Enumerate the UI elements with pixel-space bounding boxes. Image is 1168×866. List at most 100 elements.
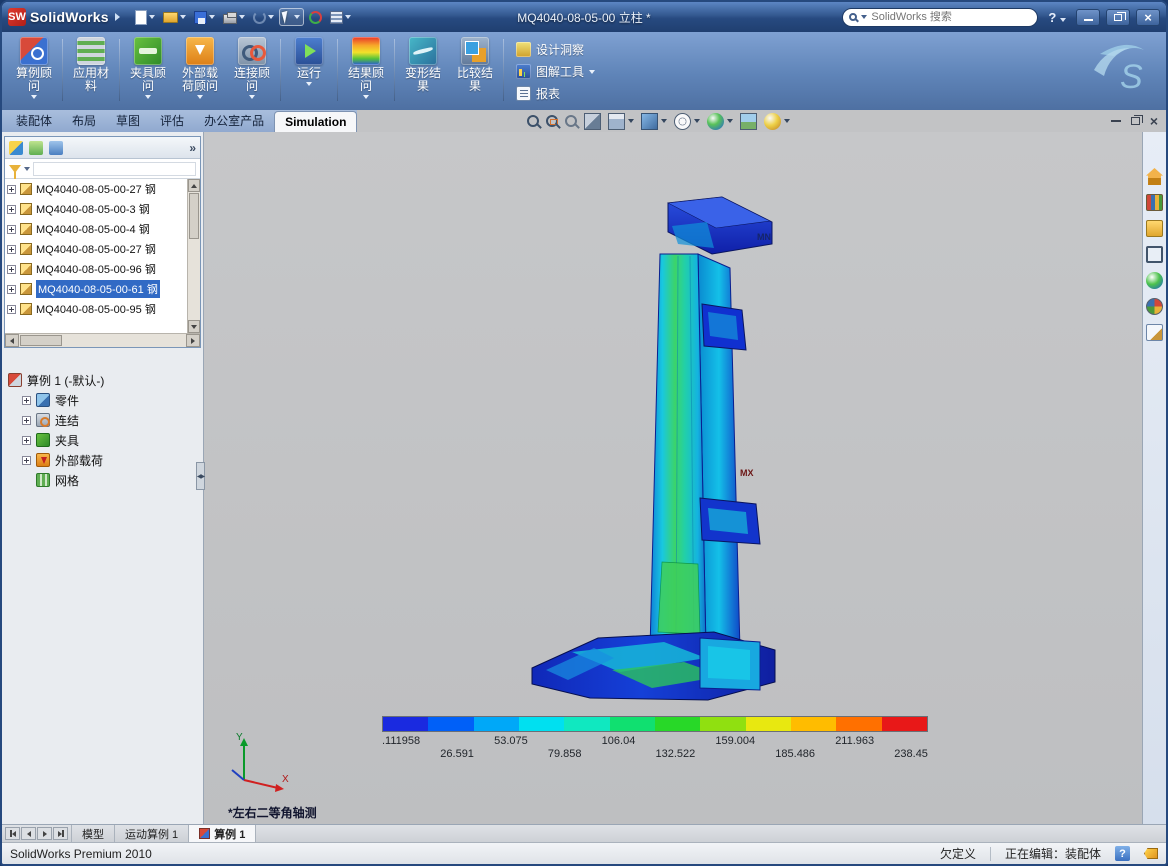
display-style-dropdown-icon[interactable] bbox=[661, 119, 667, 123]
external-loads-advisor-button[interactable]: 外部载荷顾问 bbox=[174, 35, 226, 101]
view-palette-icon[interactable] bbox=[1146, 246, 1163, 263]
study-item-connections[interactable]: 连结 bbox=[22, 410, 201, 430]
search-box[interactable] bbox=[842, 8, 1038, 27]
scroll-up-button[interactable] bbox=[188, 179, 200, 192]
view-settings-icon[interactable] bbox=[764, 113, 781, 130]
file-explorer-icon[interactable] bbox=[1146, 220, 1163, 237]
filter-dropdown-icon[interactable] bbox=[24, 167, 30, 171]
run-dropdown-icon[interactable] bbox=[306, 82, 312, 86]
view-settings-dropdown-icon[interactable] bbox=[784, 119, 790, 123]
edit-appearance-icon[interactable] bbox=[707, 113, 724, 130]
print-dropdown-icon[interactable] bbox=[239, 15, 245, 19]
tab-simulation[interactable]: Simulation bbox=[274, 111, 357, 132]
section-view-icon[interactable] bbox=[584, 113, 601, 130]
scroll-down-button[interactable] bbox=[188, 320, 200, 333]
scroll-thumb[interactable] bbox=[189, 193, 199, 239]
fixtures-advisor-dropdown-icon[interactable] bbox=[145, 95, 151, 99]
tree-row[interactable]: MQ4040-08-05-00-4 钢 bbox=[5, 219, 187, 239]
tag-icon[interactable] bbox=[1144, 848, 1158, 859]
rebuild-button[interactable] bbox=[306, 9, 325, 26]
help-button[interactable]: ? bbox=[1044, 10, 1070, 25]
configurationmanager-tab-icon[interactable] bbox=[49, 141, 63, 155]
panel-splitter[interactable]: ◀▶ bbox=[196, 462, 205, 490]
open-button[interactable] bbox=[160, 10, 189, 25]
apply-material-button[interactable]: 应用材料 bbox=[65, 35, 117, 95]
study-root-item[interactable]: 算例 1 (-默认-) bbox=[8, 370, 201, 390]
view-orientation-dropdown-icon[interactable] bbox=[628, 119, 634, 123]
resources-home-icon[interactable] bbox=[1146, 168, 1163, 185]
document-minimize-icon[interactable] bbox=[1111, 120, 1121, 122]
filter-funnel-icon[interactable] bbox=[9, 165, 21, 173]
previous-tab-button[interactable] bbox=[21, 827, 36, 840]
expand-icon[interactable] bbox=[7, 245, 16, 254]
expand-icon[interactable] bbox=[22, 416, 31, 425]
fixtures-advisor-button[interactable]: 夹具顾问 bbox=[122, 35, 174, 101]
results-advisor-button[interactable]: 结果顾问 bbox=[340, 35, 392, 101]
save-button[interactable] bbox=[191, 9, 218, 26]
zoom-fit-icon[interactable] bbox=[527, 115, 539, 127]
expand-icon[interactable] bbox=[22, 436, 31, 445]
connections-advisor-button[interactable]: 连接顾问 bbox=[226, 35, 278, 101]
expand-icon[interactable] bbox=[7, 205, 16, 214]
expand-icon[interactable] bbox=[22, 456, 31, 465]
first-tab-button[interactable] bbox=[5, 827, 20, 840]
tab-study-1[interactable]: 算例 1 bbox=[189, 825, 256, 842]
document-restore-icon[interactable] bbox=[1131, 117, 1140, 125]
run-button[interactable]: 运行 bbox=[283, 35, 335, 88]
hide-show-items-icon[interactable] bbox=[674, 113, 691, 130]
help-dropdown-icon[interactable] bbox=[1060, 18, 1066, 22]
design-insight-button[interactable]: 设计洞察 bbox=[512, 39, 599, 60]
scroll-track[interactable] bbox=[63, 334, 186, 347]
expand-icon[interactable] bbox=[7, 265, 16, 274]
tree-row[interactable]: MQ4040-08-05-00-95 钢 bbox=[5, 299, 187, 319]
window-restore-button[interactable] bbox=[1106, 9, 1130, 26]
zoom-area-icon[interactable] bbox=[546, 115, 558, 127]
save-dropdown-icon[interactable] bbox=[209, 15, 215, 19]
graphics-area[interactable]: MN MX .111958 26.591 53.075 79.858 106.0… bbox=[204, 132, 1142, 824]
search-input[interactable] bbox=[871, 11, 1031, 23]
quick-tips-icon[interactable]: ? bbox=[1115, 846, 1130, 861]
study-item-mesh[interactable]: 网格 bbox=[22, 470, 201, 490]
search-scope-dropdown-icon[interactable] bbox=[861, 15, 867, 19]
window-minimize-button[interactable] bbox=[1076, 9, 1100, 26]
scroll-left-button[interactable] bbox=[5, 334, 19, 347]
compare-results-button[interactable]: 比较结果 bbox=[449, 35, 501, 95]
horizontal-scrollbar[interactable] bbox=[5, 333, 200, 347]
tree-row-selected[interactable]: MQ4040-08-05-00-61 钢 bbox=[5, 279, 187, 299]
design-library-icon[interactable] bbox=[1146, 194, 1163, 211]
undo-dropdown-icon[interactable] bbox=[268, 15, 274, 19]
vertical-scrollbar[interactable] bbox=[187, 179, 200, 333]
external-loads-dropdown-icon[interactable] bbox=[197, 95, 203, 99]
last-tab-button[interactable] bbox=[53, 827, 68, 840]
tab-evaluate[interactable]: 评估 bbox=[150, 109, 194, 132]
tree-row[interactable]: MQ4040-08-05-00-3 钢 bbox=[5, 199, 187, 219]
new-document-button[interactable] bbox=[132, 8, 158, 27]
report-button[interactable]: 报表 bbox=[512, 83, 599, 104]
edit-appearance-dropdown-icon[interactable] bbox=[727, 119, 733, 123]
study-advisor-dropdown-icon[interactable] bbox=[31, 95, 37, 99]
select-dropdown-icon[interactable] bbox=[294, 15, 300, 19]
tree-row[interactable]: MQ4040-08-05-00-27 钢 bbox=[5, 239, 187, 259]
tab-motion-study[interactable]: 运动算例 1 bbox=[115, 825, 189, 842]
hide-show-dropdown-icon[interactable] bbox=[694, 119, 700, 123]
tab-sketch[interactable]: 草图 bbox=[106, 109, 150, 132]
tab-model[interactable]: 模型 bbox=[72, 825, 115, 842]
next-tab-button[interactable] bbox=[37, 827, 52, 840]
study-advisor-button[interactable]: 算例顾问 bbox=[8, 35, 60, 101]
deformed-result-button[interactable]: 变形结果 bbox=[397, 35, 449, 95]
tab-assembly[interactable]: 装配体 bbox=[6, 109, 62, 132]
new-dropdown-icon[interactable] bbox=[149, 15, 155, 19]
tree-row[interactable]: MQ4040-08-05-00-96 钢 bbox=[5, 259, 187, 279]
open-dropdown-icon[interactable] bbox=[180, 15, 186, 19]
expand-icon[interactable] bbox=[22, 396, 31, 405]
print-button[interactable] bbox=[220, 9, 248, 26]
featuremanager-tab-icon[interactable] bbox=[9, 141, 23, 155]
flyout-expand-icon[interactable]: » bbox=[189, 141, 196, 155]
window-close-button[interactable]: × bbox=[1136, 9, 1160, 26]
previous-view-icon[interactable] bbox=[565, 115, 577, 127]
fea-model[interactable] bbox=[502, 182, 822, 722]
options-dropdown-icon[interactable] bbox=[345, 15, 351, 19]
expand-icon[interactable] bbox=[7, 285, 16, 294]
propertymanager-tab-icon[interactable] bbox=[29, 141, 43, 155]
scroll-thumb[interactable] bbox=[20, 335, 62, 346]
